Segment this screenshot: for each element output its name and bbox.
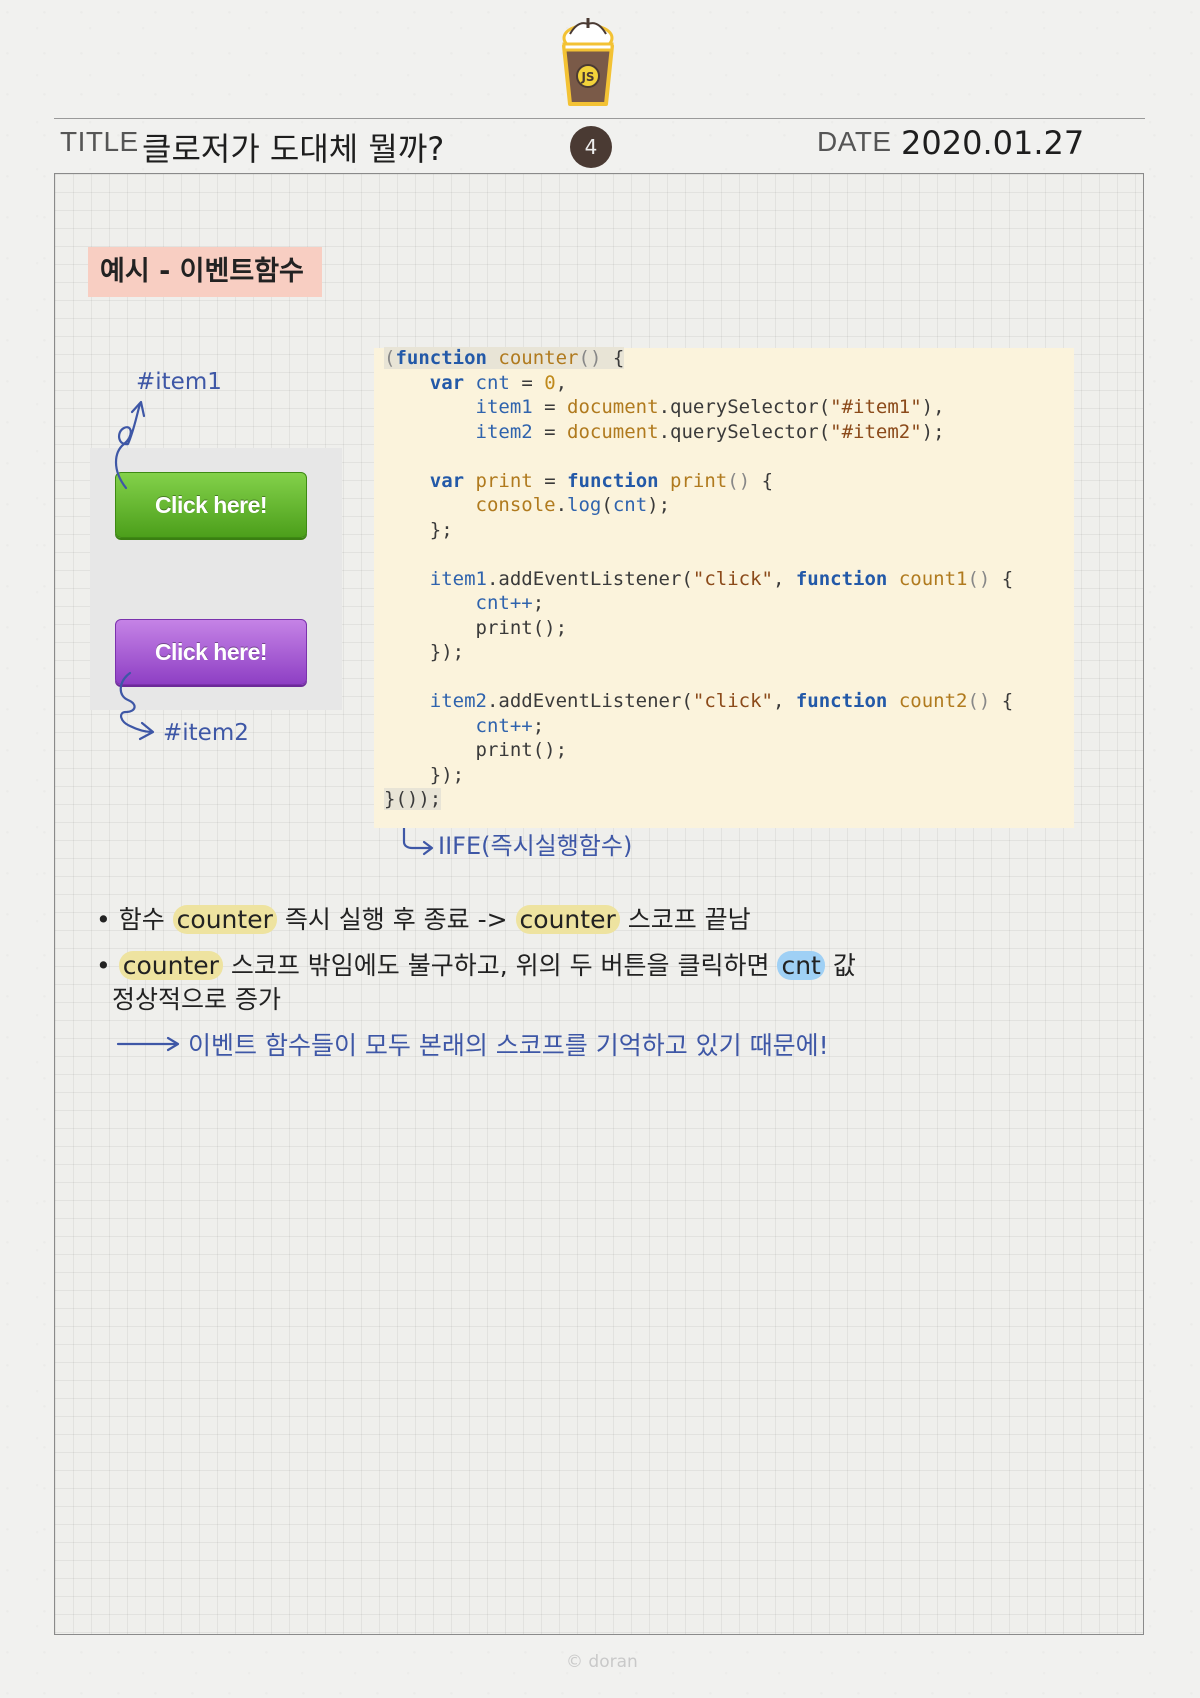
bullet-2-continuation: 정상적으로 증가 [112, 985, 281, 1014]
iife-label: IIFE(즉시실행함수) [438, 832, 633, 860]
bullet-1: • 함수 counter 즉시 실행 후 종료 -> counter 스코프 끝… [96, 900, 751, 936]
page-title: 클로저가 도대체 뭘까? [142, 130, 445, 168]
date-label: DATE [817, 126, 892, 157]
bullet-1-counter-highlight-2: counter [515, 905, 620, 934]
bullet-dot: • [96, 905, 111, 934]
code-block: (function counter() { var cnt = 0, item1… [384, 347, 1014, 810]
js-cup-logo-icon: JS [562, 18, 614, 106]
header-divider [54, 118, 1145, 119]
bullet-1-pre: 함수 [118, 905, 165, 934]
bullet-2: • counter 스코프 밖임에도 불구하고, 위의 두 버튼을 클릭하면 c… [96, 946, 856, 982]
bullet-1-counter-highlight: counter [172, 905, 277, 934]
bullet-2-post: 값 [832, 951, 856, 980]
bullet-dot: • [96, 951, 111, 980]
item1-click-button[interactable]: Click here! [115, 472, 307, 538]
logo-text: JS [580, 70, 594, 84]
conclusion-text: 이벤트 함수들이 모두 본래의 스코프를 기억하고 있기 때문에! [188, 1031, 829, 1060]
copyright-footer: © doran [566, 1652, 638, 1672]
item2-label: #item2 [163, 720, 249, 746]
item2-click-button[interactable]: Click here! [115, 619, 307, 685]
title-label: TITLE [60, 126, 139, 157]
item1-label: #item1 [136, 369, 222, 395]
bullet-2-counter-highlight: counter [118, 951, 223, 980]
section-tag: 예시 - 이벤트함수 [88, 247, 322, 297]
date-value: 2020.01.27 [901, 124, 1085, 162]
bullet-2-mid: 스코프 밖임에도 불구하고, 위의 두 버튼을 클릭하면 [230, 951, 770, 980]
bullet-1-post: 스코프 끝남 [627, 905, 751, 934]
page-number-badge: 4 [570, 126, 612, 168]
bullet-2-cnt-highlight: cnt [777, 951, 825, 980]
bullet-1-mid: 즉시 실행 후 종료 -> [284, 905, 508, 934]
